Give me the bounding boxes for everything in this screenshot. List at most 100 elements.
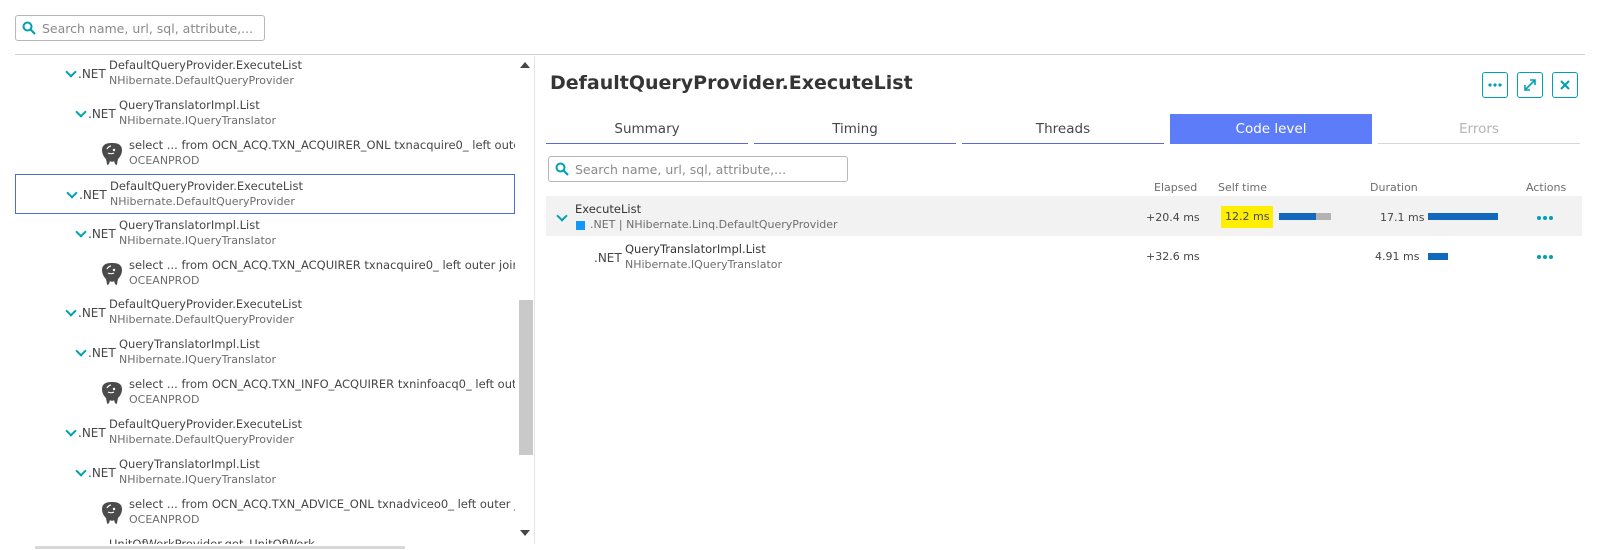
chevron-down-icon[interactable]: [556, 212, 568, 224]
method-class: NHibernate.IQueryTranslator: [119, 233, 277, 247]
language-label: .NET: [79, 187, 107, 202]
column-header-duration: Duration: [1370, 181, 1418, 194]
database-name: OCEANPROD: [129, 273, 200, 287]
duration-value: 4.91 ms: [1375, 250, 1420, 263]
language-label: .NET: [78, 67, 106, 81]
tab-threads[interactable]: Threads: [962, 114, 1164, 144]
more-icon: [1537, 255, 1541, 259]
self-time-bar-fill: [1279, 213, 1316, 220]
duration-bar: [1428, 213, 1498, 220]
method-class: NHibernate.DefaultQueryProvider: [109, 433, 294, 447]
more-icon-dot: [1549, 255, 1553, 259]
row-actions-button[interactable]: [1537, 254, 1555, 260]
scroll-up-arrow-icon[interactable]: [520, 62, 530, 68]
tree-item-call[interactable]: .NET QueryTranslatorImpl.List NHibernate.I…: [15, 94, 515, 134]
method-class: NHibernate.IQueryTranslator: [119, 473, 277, 486]
row-actions-button[interactable]: [1537, 215, 1555, 221]
postgresql-icon: [99, 500, 123, 526]
sql-statement: select ... from OCN_ACQ.TXN_ACQUIRER txn…: [129, 257, 515, 272]
method-name: QueryTranslatorImpl.List: [119, 337, 260, 352]
database-name: OCEANPROD: [129, 153, 200, 167]
tree-item-call[interactable]: .NET DefaultQueryProvider.ExecuteList NHib…: [15, 173, 515, 214]
tree-item-sql[interactable]: select ... from OCN_ACQ.TXN_ACQUIRER_ONL…: [15, 134, 515, 174]
chevron-down-icon[interactable]: [66, 189, 78, 201]
more-icon: [1537, 216, 1541, 220]
close-button[interactable]: [1552, 72, 1578, 98]
method-name: QueryTranslatorImpl.List: [119, 97, 260, 112]
method-class: NHibernate.DefaultQueryProvider: [109, 313, 294, 327]
scroll-down-arrow-icon[interactable]: [520, 530, 530, 536]
chevron-down-icon[interactable]: [75, 467, 87, 479]
more-options-button[interactable]: [1482, 72, 1508, 98]
chevron-down-icon[interactable]: [65, 427, 77, 439]
tree-item-call[interactable]: .NET DefaultQueryProvider.ExecuteList NHib…: [15, 293, 515, 333]
row-method-sub: .NET | NHibernate.Linq.DefaultQueryProvi…: [590, 218, 838, 231]
header-divider: [15, 54, 1585, 55]
code-level-search-input[interactable]: [575, 161, 847, 177]
pane-divider[interactable]: [534, 56, 535, 544]
tree-item-sql[interactable]: select ... from OCN_ACQ.TXN_INFO_ACQUIRE…: [15, 373, 515, 413]
method-class: NHibernate.IQueryTranslator: [119, 353, 277, 367]
language-label: .NET: [88, 106, 116, 121]
method-name: QueryTranslatorImpl.List: [119, 457, 260, 471]
expand-icon: [1524, 79, 1536, 91]
tree-item-call[interactable]: .NET QueryTranslatorImpl.List NHibernate.I…: [15, 333, 515, 373]
tree-item-call[interactable]: .NET DefaultQueryProvider.ExecuteList NHib…: [15, 413, 515, 453]
more-icon: [1488, 83, 1502, 87]
tab-errors[interactable]: Errors: [1378, 114, 1580, 144]
search-icon: [555, 162, 569, 176]
database-name: OCEANPROD: [129, 512, 200, 526]
sql-statement: select ... from OCN_ACQ.TXN_ADVICE_ONL t…: [129, 496, 515, 511]
language-label: .NET: [88, 466, 116, 480]
tree-scrollbar[interactable]: [517, 56, 533, 544]
tree-item-sql[interactable]: select ... from OCN_ACQ.TXN_ACQUIRER txn…: [15, 254, 515, 294]
more-icon-dot: [1549, 216, 1553, 220]
method-name: DefaultQueryProvider.ExecuteList: [109, 297, 303, 312]
sql-statement: select ... from OCN_ACQ.TXN_INFO_ACQUIRE…: [129, 377, 515, 392]
method-name: DefaultQueryProvider.ExecuteList: [109, 417, 303, 432]
expand-button[interactable]: [1517, 72, 1543, 98]
more-icon-dot: [1543, 216, 1547, 220]
self-time-bar-track: [1279, 213, 1331, 220]
tree-item-sql[interactable]: select ... from OCN_ACQ.TXN_ADVICE_ONL t…: [15, 493, 515, 533]
column-header-elapsed: Elapsed: [1154, 181, 1198, 194]
tab-summary[interactable]: Summary: [546, 114, 748, 144]
method-class: NHibernate.DefaultQueryProvider: [110, 194, 295, 208]
method-name: QueryTranslatorImpl.List: [119, 217, 260, 232]
top-search-input[interactable]: [42, 20, 264, 36]
tab-timing[interactable]: Timing: [754, 114, 956, 144]
row-method-sub: NHibernate.IQueryTranslator: [625, 258, 783, 271]
tree-item-call[interactable]: UnitOfWorkProvider.get_UnitOfWork: [15, 533, 515, 544]
method-name: UnitOfWorkProvider.get_UnitOfWork: [109, 536, 315, 544]
language-label: .NET: [88, 346, 116, 361]
row-language: .NET: [594, 251, 622, 265]
search-icon: [22, 21, 36, 35]
duration-bar: [1428, 253, 1448, 260]
postgresql-icon: [99, 141, 123, 167]
method-name: DefaultQueryProvider.ExecuteList: [110, 178, 304, 193]
row-method-name: QueryTranslatorImpl.List: [625, 242, 766, 256]
chevron-down-icon[interactable]: [75, 228, 87, 240]
top-search-box[interactable]: [15, 15, 265, 41]
tree-item-call[interactable]: .NET QueryTranslatorImpl.List NHibernate.I…: [15, 214, 515, 254]
chevron-down-icon[interactable]: [75, 108, 87, 120]
elapsed-value: +20.4 ms: [1146, 211, 1200, 224]
close-icon: [1560, 80, 1570, 90]
chevron-down-icon[interactable]: [65, 68, 77, 80]
sql-statement: select ... from OCN_ACQ.TXN_ACQUIRER_ONL…: [129, 137, 515, 152]
tree-item-call[interactable]: .NET QueryTranslatorImpl.List NHibernate.I…: [15, 453, 515, 493]
horizontal-scrollbar-thumb[interactable]: [35, 546, 405, 549]
tree-item-call[interactable]: .NET DefaultQueryProvider.ExecuteList NHib…: [15, 56, 515, 94]
call-tree: .NET DefaultQueryProvider.ExecuteList NHib…: [15, 56, 515, 544]
chevron-down-icon[interactable]: [65, 307, 77, 319]
method-name: DefaultQueryProvider.ExecuteList: [109, 58, 303, 72]
duration-value: 17.1 ms: [1380, 211, 1425, 224]
code-level-search-box[interactable]: [548, 156, 848, 182]
self-time-value: 12.2 ms: [1221, 206, 1274, 228]
detail-tabs: Summary Timing Threads Code level Errors: [546, 114, 1582, 146]
language-label: .NET: [78, 426, 106, 441]
tab-code-level[interactable]: Code level: [1170, 114, 1372, 144]
scrollbar-thumb[interactable]: [519, 300, 533, 455]
chevron-down-icon[interactable]: [75, 347, 87, 359]
column-header-self-time: Self time: [1218, 181, 1268, 194]
